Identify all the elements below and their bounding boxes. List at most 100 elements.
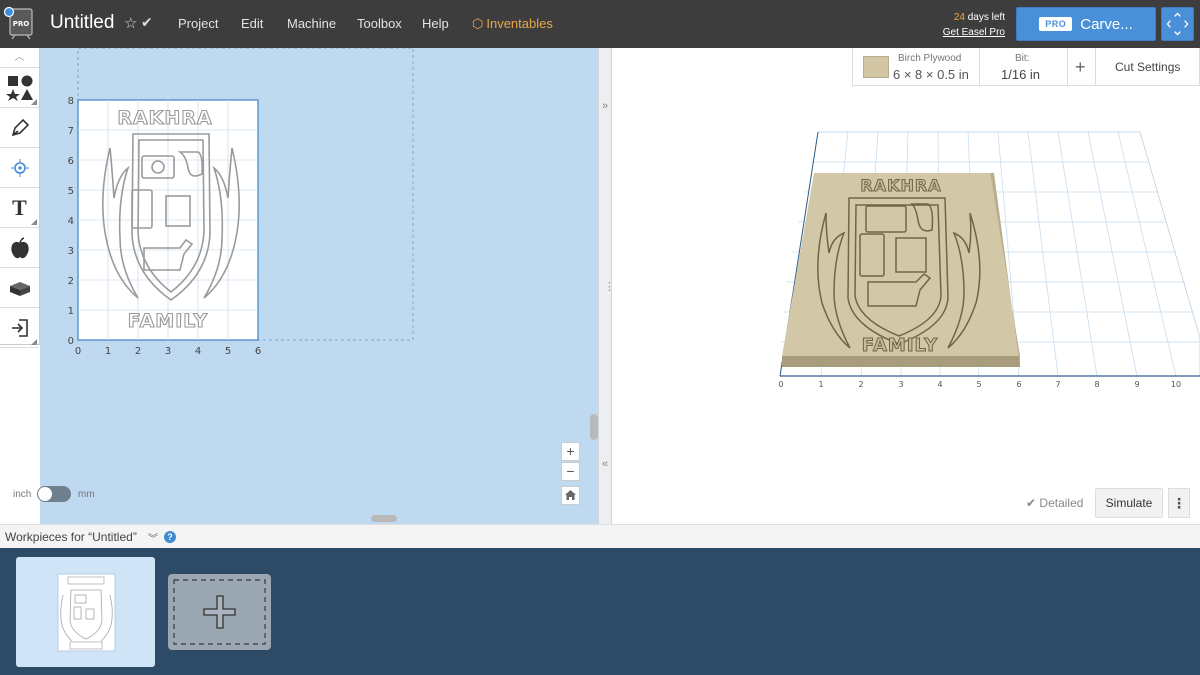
target-point-icon bbox=[10, 158, 29, 177]
more-options-icon[interactable]: ⋮ bbox=[1168, 488, 1190, 518]
expand-arrows-icon bbox=[1166, 12, 1189, 36]
trial-info: 24 days left Get Easel Pro bbox=[930, 10, 1005, 40]
wood-title-text: RAKHRA bbox=[860, 176, 941, 195]
preview-x-tick: 3 bbox=[898, 380, 903, 389]
apps-tool[interactable] bbox=[0, 268, 39, 308]
menu-inventables[interactable]: ⬡ Inventables bbox=[472, 16, 553, 32]
workpiece-thumbnail[interactable] bbox=[16, 557, 155, 667]
top-bar: PRO Untitled ☆ ✔ Project Edit Machine To… bbox=[0, 0, 1200, 48]
project-title[interactable]: Untitled bbox=[50, 12, 114, 34]
saved-check-icon: ✔ bbox=[141, 14, 153, 30]
chevron-down-icon[interactable]: ︾ bbox=[148, 530, 158, 545]
shapes-tool[interactable] bbox=[0, 68, 39, 108]
text-tool[interactable]: T bbox=[0, 188, 39, 228]
detailed-toggle[interactable]: ✔ Detailed bbox=[1026, 496, 1083, 510]
canvas-drawing: RAKHRA FAMILY 0 1 2 3 4 5 6 7 8 0 1 2 3 … bbox=[68, 48, 414, 357]
x-tick: 3 bbox=[165, 346, 171, 357]
icon-library-tool[interactable] bbox=[0, 228, 39, 268]
add-bit-button[interactable]: + bbox=[1075, 57, 1086, 78]
y-tick: 4 bbox=[68, 216, 74, 227]
simulate-button[interactable]: Simulate bbox=[1095, 488, 1163, 518]
preview-x-tick: 5 bbox=[976, 380, 981, 389]
menu-toolbox[interactable]: Toolbox bbox=[357, 16, 402, 31]
preview-x-tick: 2 bbox=[858, 380, 863, 389]
pen-icon bbox=[11, 118, 29, 136]
preview-x-tick: 9 bbox=[1134, 380, 1139, 389]
preview-x-tick: 8 bbox=[1094, 380, 1099, 389]
home-view-button[interactable] bbox=[561, 486, 580, 505]
easel-pro-logo-icon[interactable]: PRO bbox=[4, 6, 36, 40]
toolbox-sidebar: ︿ T bbox=[0, 48, 40, 348]
shapes-tool-corner bbox=[31, 99, 37, 105]
unit-toggle[interactable] bbox=[37, 486, 71, 502]
point-tool[interactable] bbox=[0, 148, 39, 188]
svg-text:PRO: PRO bbox=[13, 20, 30, 28]
cut-settings-button[interactable]: Cut Settings bbox=[1115, 60, 1180, 74]
preview-x-tick: 0 bbox=[778, 380, 783, 389]
detailed-label: Detailed bbox=[1039, 496, 1084, 510]
expand-right-icon[interactable]: » bbox=[602, 100, 608, 112]
get-pro-link[interactable]: Get Easel Pro bbox=[930, 25, 1005, 40]
x-tick: 5 bbox=[225, 346, 231, 357]
menu-machine[interactable]: Machine bbox=[287, 16, 336, 31]
y-tick: 2 bbox=[68, 276, 74, 287]
material-panel: Birch Plywood 6 × 8 × 0.5 in Bit: 1/16 i… bbox=[852, 48, 1200, 86]
material-swatch[interactable] bbox=[863, 56, 889, 78]
inventables-label: Inventables bbox=[486, 16, 553, 31]
help-icon[interactable]: ? bbox=[164, 531, 176, 543]
add-workpiece-button[interactable] bbox=[168, 574, 271, 650]
y-tick: 1 bbox=[68, 306, 74, 317]
workpieces-header: Workpieces for “Untitled” ︾ ? bbox=[0, 524, 1200, 548]
home-icon bbox=[565, 490, 576, 500]
toolbox-collapse-icon[interactable]: ︿ bbox=[0, 48, 39, 68]
emblem-title-text: RAKHRA bbox=[117, 107, 212, 129]
preview-x-tick: 1 bbox=[818, 380, 823, 389]
check-icon: ✔ bbox=[1026, 496, 1037, 510]
x-tick: 2 bbox=[135, 346, 141, 357]
divider bbox=[979, 48, 980, 86]
vertical-scrollbar[interactable] bbox=[590, 414, 598, 440]
material-name[interactable]: Birch Plywood bbox=[898, 53, 961, 64]
zoom-in-button[interactable]: + bbox=[561, 442, 580, 461]
fullscreen-button[interactable] bbox=[1161, 7, 1194, 41]
unit-mm-label: mm bbox=[78, 489, 95, 500]
x-tick: 0 bbox=[75, 346, 81, 357]
apple-icon bbox=[10, 236, 29, 258]
workpieces-title: Workpieces for “Untitled” bbox=[5, 530, 137, 544]
trial-days-label: days left bbox=[967, 12, 1005, 23]
wood-footer-text: FAMILY bbox=[862, 335, 938, 356]
preview-panel[interactable]: RAKHRA FAMILY 0 1 2 3 4 5 6 7 8 9 10 bbox=[612, 48, 1200, 524]
y-tick: 7 bbox=[68, 126, 74, 137]
carve-button[interactable]: PRO Carve... bbox=[1016, 7, 1156, 41]
menu-help[interactable]: Help bbox=[422, 16, 449, 31]
plus-icon bbox=[173, 579, 266, 645]
import-tool[interactable] bbox=[0, 308, 39, 348]
preview-x-tick: 4 bbox=[937, 380, 942, 389]
divider bbox=[1095, 48, 1096, 86]
preview-x-ticks: 0 1 2 3 4 5 6 7 8 9 10 bbox=[778, 380, 1181, 389]
zoom-out-button[interactable]: − bbox=[561, 462, 580, 481]
preview-3d-view: RAKHRA FAMILY 0 1 2 3 4 5 6 7 8 9 10 bbox=[778, 131, 1200, 389]
menu-edit[interactable]: Edit bbox=[241, 16, 263, 31]
pen-tool[interactable] bbox=[0, 108, 39, 148]
inventables-hex-icon: ⬡ bbox=[472, 16, 484, 31]
emblem-footer-text: FAMILY bbox=[128, 310, 208, 332]
panel-divider[interactable]: » ⋮ « bbox=[598, 48, 615, 524]
workpieces-tray bbox=[0, 548, 1200, 675]
bit-value[interactable]: 1/16 in bbox=[1001, 67, 1040, 82]
expand-left-icon[interactable]: « bbox=[602, 458, 608, 470]
horizontal-scrollbar[interactable] bbox=[371, 515, 397, 522]
y-tick: 5 bbox=[68, 186, 74, 197]
preview-x-tick: 7 bbox=[1055, 380, 1060, 389]
star-icon[interactable]: ☆ bbox=[124, 14, 137, 32]
y-tick: 3 bbox=[68, 246, 74, 257]
menu-project[interactable]: Project bbox=[178, 16, 218, 31]
unit-inch-label: inch bbox=[13, 489, 32, 500]
divider bbox=[1067, 48, 1068, 86]
design-canvas[interactable]: RAKHRA FAMILY 0 1 2 3 4 5 6 7 8 0 1 2 3 … bbox=[40, 48, 598, 524]
material-size[interactable]: 6 × 8 × 0.5 in bbox=[893, 67, 969, 82]
text-tool-corner bbox=[31, 219, 37, 225]
y-tick: 8 bbox=[68, 96, 74, 107]
x-axis-ticks: 0 1 2 3 4 5 6 bbox=[75, 346, 261, 357]
import-tool-corner bbox=[31, 339, 37, 345]
